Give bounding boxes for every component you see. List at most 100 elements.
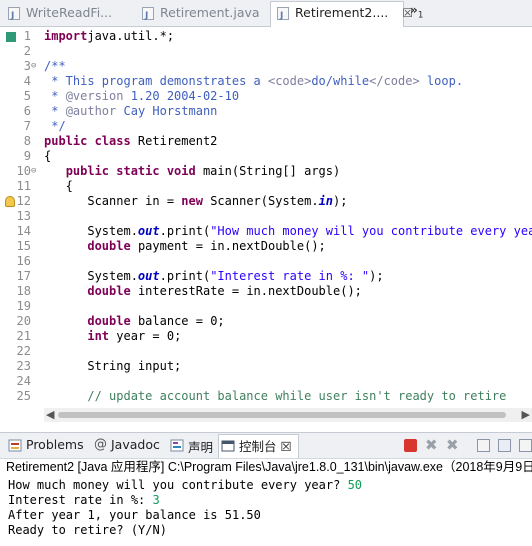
line-number: 25 xyxy=(16,389,31,403)
scroll-lock-icon[interactable] xyxy=(498,439,511,452)
code-line[interactable]: 2 xyxy=(0,44,532,59)
chevron-double-right-icon: » xyxy=(410,3,418,17)
line-number: 10 xyxy=(16,164,31,178)
tab-javadoc[interactable]: @ Javadoc xyxy=(91,437,160,452)
tab-label: Javadoc xyxy=(111,437,160,452)
remove-all-launches-icon[interactable]: ✖ xyxy=(446,438,459,453)
code-line[interactable]: 15 double payment = in.nextDouble(); xyxy=(0,239,532,254)
code-line[interactable]: 22 xyxy=(0,344,532,359)
code-line[interactable]: 18 double interestRate = in.nextDouble()… xyxy=(0,284,532,299)
line-number: 22 xyxy=(16,344,31,358)
code-text: importjava.util.*; xyxy=(44,29,175,43)
line-number: 1 xyxy=(23,29,31,43)
line-number: 16 xyxy=(16,254,31,268)
line-number: 13 xyxy=(16,209,31,223)
code-text: * This program demonstrates a <code>do/w… xyxy=(44,74,464,88)
code-line[interactable]: 24 xyxy=(0,374,532,389)
line-number: 15 xyxy=(16,239,31,253)
remove-launch-icon[interactable]: ✖ xyxy=(425,438,438,453)
code-text: public class Retirement2 xyxy=(44,134,218,148)
console-process-title: Retirement2 [Java 应用程序] C:\Program Files… xyxy=(6,460,532,474)
scrollbar-thumb[interactable] xyxy=(58,412,506,418)
overflow-count: 1 xyxy=(417,10,424,21)
java-file-icon xyxy=(8,5,20,27)
code-line[interactable]: 4 * This program demonstrates a <code>do… xyxy=(0,74,532,89)
tab-overflow-button[interactable]: »1 xyxy=(410,3,424,20)
line-number: 4 xyxy=(23,74,31,88)
code-text: double interestRate = in.nextDouble(); xyxy=(87,284,362,298)
line-number: 20 xyxy=(16,314,31,328)
terminate-icon[interactable] xyxy=(404,439,417,452)
console-user-input: 3 xyxy=(152,493,160,507)
console-icon xyxy=(221,440,235,452)
scroll-right-icon[interactable]: ▶ xyxy=(522,408,530,421)
tab-problems[interactable]: Problems xyxy=(6,437,84,452)
line-number: 6 xyxy=(23,104,31,118)
code-line[interactable]: 13 xyxy=(0,209,532,224)
java-file-icon xyxy=(142,5,154,27)
line-number: 7 xyxy=(23,119,31,133)
javadoc-icon: @ xyxy=(94,437,107,452)
code-text: double balance = 0; xyxy=(87,314,225,328)
java-file-icon xyxy=(277,5,289,27)
console-line: How much money will you contribute every… xyxy=(8,478,363,492)
line-number: 12 xyxy=(16,194,31,208)
code-line[interactable]: 25 // update account balance while user … xyxy=(0,389,532,404)
tab-console[interactable]: 控制台 ☒ xyxy=(218,434,299,458)
code-text: /** xyxy=(44,59,66,73)
line-number: 21 xyxy=(16,329,31,343)
code-line[interactable]: 5 * @version 1.20 2004-02-10 xyxy=(0,89,532,104)
line-number: 24 xyxy=(16,374,31,388)
tab-label: Retirement.java xyxy=(160,5,260,20)
tab-retirement[interactable]: Retirement.java xyxy=(136,2,264,27)
code-line[interactable]: 10 ⊖ public static void main(String[] arg… xyxy=(0,164,532,179)
word-wrap-icon[interactable] xyxy=(519,439,532,452)
line-number: 2 xyxy=(23,44,31,58)
line-number: 8 xyxy=(23,134,31,148)
line-number: 18 xyxy=(16,284,31,298)
code-line[interactable]: 9{ xyxy=(0,149,532,164)
console-line: Ready to retire? (Y/N) xyxy=(8,523,167,537)
code-text: { xyxy=(44,179,73,193)
code-line[interactable]: 1 importjava.util.*; xyxy=(0,29,532,44)
code-line[interactable]: 20 double balance = 0; xyxy=(0,314,532,329)
code-line[interactable]: 19 xyxy=(0,299,532,314)
fold-toggle-icon[interactable]: ⊖ xyxy=(31,59,36,74)
code-text: // update account balance while user isn… xyxy=(44,389,507,403)
code-line[interactable]: 16 xyxy=(0,254,532,269)
code-text: double payment = in.nextDouble(); xyxy=(87,239,326,253)
tab-label: WriteReadFi... xyxy=(26,5,113,20)
tab-writereadfile[interactable]: WriteReadFi... xyxy=(2,2,130,27)
code-line[interactable]: 6 * @author Cay Horstmann xyxy=(0,104,532,119)
tab-label: Problems xyxy=(26,437,84,452)
code-line[interactable]: 12 Scanner in = new Scanner(System.in); xyxy=(0,194,532,209)
clear-console-icon[interactable] xyxy=(477,439,490,452)
line-number: 11 xyxy=(16,179,31,193)
console-line: After year 1, your balance is 51.50 xyxy=(8,508,261,522)
line-number: 17 xyxy=(16,269,31,283)
tab-retirement2[interactable]: Retirement2.... ☒ xyxy=(270,1,413,27)
code-line[interactable]: 17 System.out.print("Interest rate in %:… xyxy=(0,269,532,284)
code-line[interactable]: 7 */ xyxy=(0,119,532,134)
code-text: * @version 1.20 2004-02-10 xyxy=(44,89,240,103)
editor-horizontal-scrollbar[interactable]: ◀ ▶ xyxy=(44,408,532,422)
code-line[interactable]: 3 ⊖ /** xyxy=(0,59,532,74)
tab-declaration[interactable]: 声明 xyxy=(168,437,213,456)
code-line[interactable]: 8 public class Retirement2 xyxy=(0,134,532,149)
fold-toggle-icon[interactable]: ⊖ xyxy=(31,164,36,179)
problems-icon xyxy=(8,439,22,452)
code-editor[interactable]: 1 importjava.util.*; 2 3 ⊖/** 4 * This progra… xyxy=(0,27,532,410)
code-text: System.out.print("Interest rate in %: ")… xyxy=(44,269,384,283)
line-number: 19 xyxy=(16,299,31,313)
code-line[interactable]: 23 String input; xyxy=(0,359,532,374)
code-text: { xyxy=(44,149,52,163)
scroll-left-icon[interactable]: ◀ xyxy=(46,408,54,421)
declaration-icon xyxy=(170,439,184,452)
line-number: 3 xyxy=(23,59,31,73)
code-line[interactable]: 21 int year = 0; xyxy=(0,329,532,344)
code-line[interactable]: 11 { xyxy=(0,179,532,194)
code-text: Scanner in = new Scanner(System.in); xyxy=(44,194,348,208)
tab-label: 声明 xyxy=(188,440,214,455)
code-line[interactable]: 14 System.out.print("How much money will… xyxy=(0,224,532,239)
console-line: Interest rate in %: 3 xyxy=(8,493,160,507)
